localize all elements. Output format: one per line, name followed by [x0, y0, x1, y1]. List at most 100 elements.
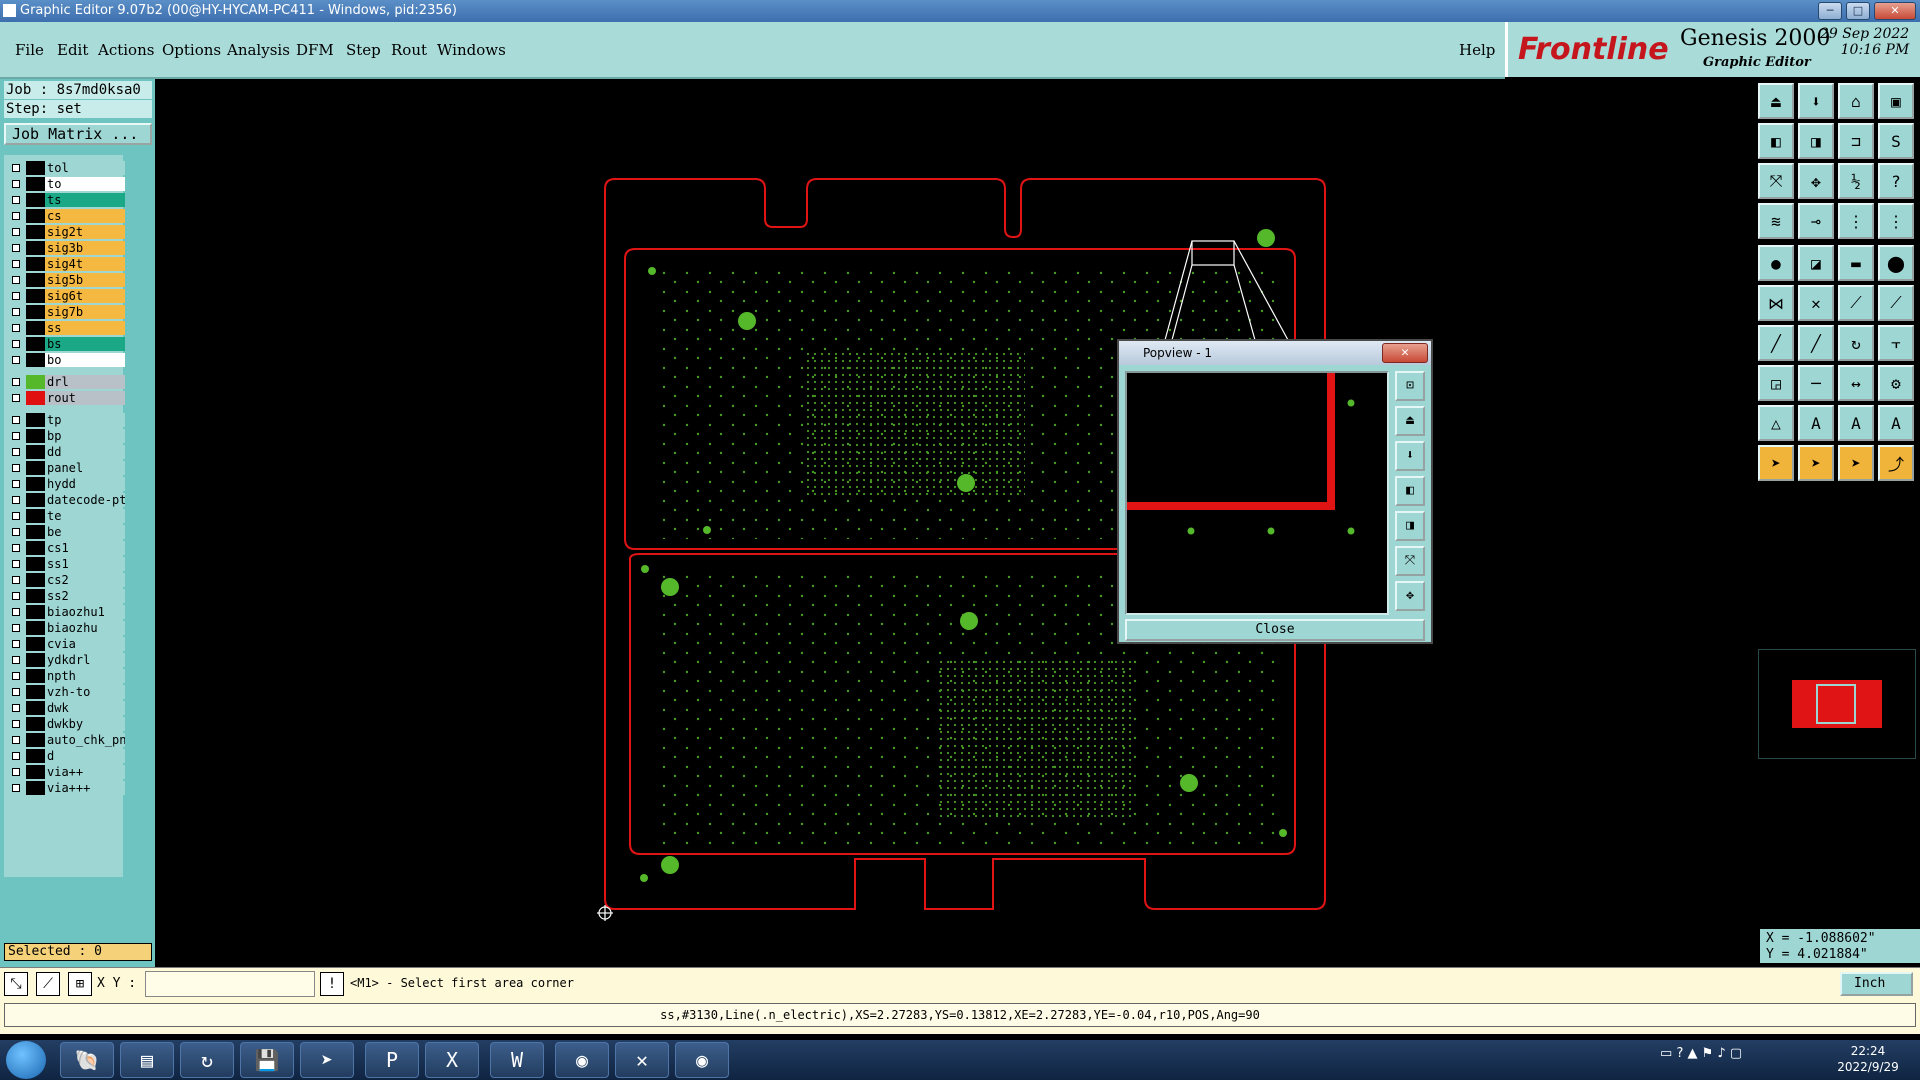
layer-name[interactable]: cs1 [45, 541, 125, 555]
layer-checkbox[interactable] [12, 432, 20, 440]
job-matrix-button[interactable]: Job Matrix ... [4, 123, 152, 145]
layer-row-d[interactable]: d [7, 749, 125, 763]
tool-triangle-icon[interactable]: △ [1758, 405, 1794, 441]
layer-name[interactable]: bs [45, 337, 125, 351]
tool-probe-icon[interactable]: ⊸ [1798, 203, 1834, 239]
taskbar-word-icon[interactable]: W [490, 1042, 544, 1078]
layer-color-swatch[interactable] [26, 273, 45, 287]
layer-name[interactable]: te [45, 509, 125, 523]
layer-checkbox[interactable] [12, 340, 20, 348]
layer-checkbox[interactable] [12, 720, 20, 728]
layer-color-swatch[interactable] [26, 241, 45, 255]
menu-dfm[interactable]: DFM [296, 41, 334, 59]
layer-row-via++[interactable]: via++ [7, 765, 125, 779]
layer-name[interactable]: to [45, 177, 125, 191]
layer-color-swatch[interactable] [26, 749, 45, 763]
tool-hatch-icon[interactable]: ≋ [1758, 203, 1794, 239]
menu-edit[interactable]: Edit [57, 41, 88, 59]
layer-color-swatch[interactable] [26, 765, 45, 779]
layer-name[interactable]: sig2t [45, 225, 125, 239]
layer-checkbox[interactable] [12, 164, 20, 172]
layer-checkbox[interactable] [12, 512, 20, 520]
layer-name[interactable]: hydd [45, 477, 125, 491]
layer-row-to[interactable]: to [7, 177, 125, 191]
layer-color-swatch[interactable] [26, 391, 45, 405]
resize-icon[interactable]: ⤡ [4, 972, 28, 996]
popview-right-icon[interactable]: ◨ [1395, 511, 1425, 541]
tool-text-a3-icon[interactable]: A [1878, 405, 1914, 441]
tool-help-icon[interactable]: ? [1878, 163, 1914, 199]
tool-save-icon[interactable]: ⬇ [1798, 83, 1834, 119]
tool-dimension-icon[interactable]: ↔ [1838, 365, 1874, 401]
layer-row-cs[interactable]: cs [7, 209, 125, 223]
layer-name[interactable]: via++ [45, 765, 125, 779]
layer-checkbox[interactable] [12, 608, 20, 616]
layer-color-swatch[interactable] [26, 733, 45, 747]
layer-row-ss[interactable]: ss [7, 321, 125, 335]
tool-ruler-icon[interactable]: ▬ [1838, 245, 1874, 281]
layer-row-dwk[interactable]: dwk [7, 701, 125, 715]
menu-file[interactable]: File [15, 41, 44, 59]
tool-cross-icon[interactable]: ✕ [1798, 285, 1834, 321]
layer-checkbox[interactable] [12, 464, 20, 472]
layer-checkbox[interactable] [12, 736, 20, 744]
layer-row-biaozhu[interactable]: biaozhu [7, 621, 125, 635]
tray-display-icon[interactable]: ▢ [1730, 1046, 1742, 1061]
tool-pad-icon[interactable]: ● [1758, 245, 1794, 281]
tool-snap-icon[interactable]: ⊐ [1838, 123, 1874, 159]
tool-layers2-icon[interactable]: ⋮ [1878, 203, 1914, 239]
select-net-icon[interactable]: ⤴ [1878, 445, 1914, 481]
taskbar-genesis-icon[interactable]: ✕ [615, 1042, 669, 1078]
layer-row-vzh-to[interactable]: vzh-to [7, 685, 125, 699]
layer-color-swatch[interactable] [26, 605, 45, 619]
layer-color-swatch[interactable] [26, 509, 45, 523]
select-arrow2-icon[interactable]: ➤ [1798, 445, 1834, 481]
popview-canvas[interactable] [1125, 371, 1389, 615]
layer-checkbox[interactable] [12, 356, 20, 364]
tool-gears-icon[interactable]: ⚙ [1878, 365, 1914, 401]
menu-options[interactable]: Options [162, 41, 221, 59]
layer-color-swatch[interactable] [26, 685, 45, 699]
layer-checkbox[interactable] [12, 496, 20, 504]
layer-checkbox[interactable] [12, 672, 20, 680]
layer-row-datecode-pt[interactable]: datecode-pt [7, 493, 125, 507]
taskbar-notepad-icon[interactable]: ▤ [120, 1042, 174, 1078]
tool-slash2-icon[interactable]: ╱ [1798, 325, 1834, 361]
layer-name[interactable]: tol [45, 161, 125, 175]
tool-line2-icon[interactable]: ⟋ [1878, 285, 1914, 321]
layer-row-ss2[interactable]: ss2 [7, 589, 125, 603]
popview-left-icon[interactable]: ◧ [1395, 476, 1425, 506]
layer-color-swatch[interactable] [26, 161, 45, 175]
layer-row-via+++[interactable]: via+++ [7, 781, 125, 795]
popview-down-icon[interactable]: ⬇ [1395, 441, 1425, 471]
layer-name[interactable]: vzh-to [45, 685, 125, 699]
layer-name[interactable]: sig3b [45, 241, 125, 255]
menu-actions[interactable]: Actions [98, 41, 154, 59]
taskbar-save-icon[interactable]: 💾 [240, 1042, 294, 1078]
layer-name[interactable]: bo [45, 353, 125, 367]
popview-up-icon[interactable]: ⏏ [1395, 406, 1425, 436]
layer-name[interactable]: ts [45, 193, 125, 207]
layer-checkbox[interactable] [12, 656, 20, 664]
layer-name[interactable]: biaozhu1 [45, 605, 125, 619]
layer-row-hydd[interactable]: hydd [7, 477, 125, 491]
layer-row-tol[interactable]: tol [7, 161, 125, 175]
layer-color-swatch[interactable] [26, 177, 45, 191]
layer-checkbox[interactable] [12, 324, 20, 332]
popview-zoom-icon[interactable]: ⊡ [1395, 371, 1425, 401]
taskbar-shell-icon[interactable]: 🐚 [60, 1042, 114, 1078]
layer-checkbox[interactable] [12, 394, 20, 402]
layer-color-swatch[interactable] [26, 445, 45, 459]
layer-row-sig5b[interactable]: sig5b [7, 273, 125, 287]
taskbar-red-app-icon[interactable]: ↻ [180, 1042, 234, 1078]
layer-checkbox[interactable] [12, 528, 20, 536]
tray-volume-icon[interactable]: ♪ [1717, 1046, 1725, 1061]
layer-checkbox[interactable] [12, 752, 20, 760]
overview-navigator[interactable] [1758, 649, 1916, 759]
taskbar-excel-icon[interactable]: X [425, 1042, 479, 1078]
popview-pan-icon[interactable]: ✥ [1395, 581, 1425, 611]
layer-checkbox[interactable] [12, 768, 20, 776]
info-icon[interactable]: ! [320, 972, 344, 996]
taskbar-fish2-icon[interactable]: ◉ [675, 1042, 729, 1078]
layer-checkbox[interactable] [12, 196, 20, 204]
